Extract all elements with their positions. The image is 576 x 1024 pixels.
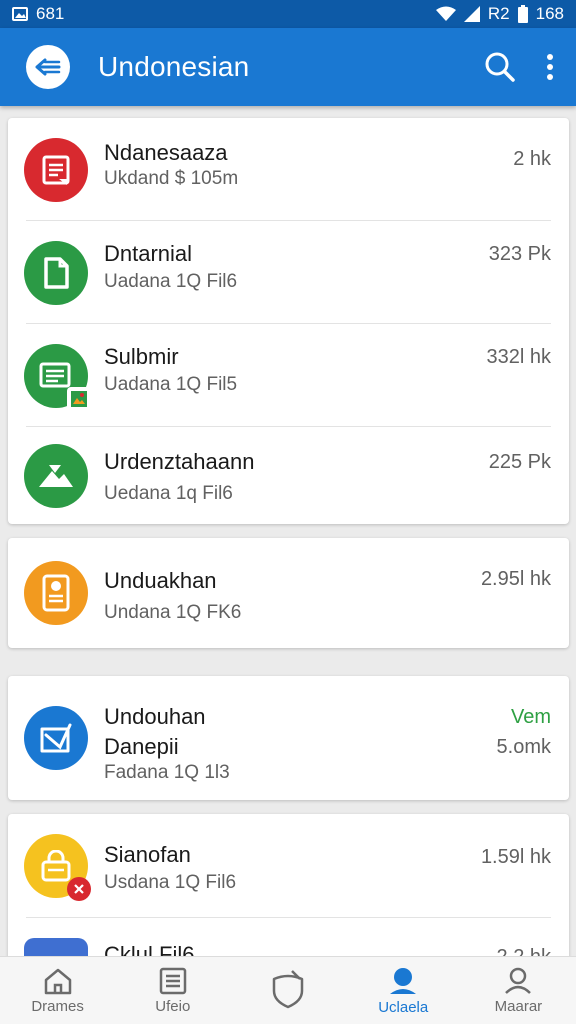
edit-icon bbox=[24, 706, 88, 770]
nav-item-list[interactable]: Ufeio bbox=[115, 957, 230, 1024]
file-card: Unduakhan Undana 1Q FK6 2.95l hk bbox=[8, 538, 569, 648]
close-badge-icon bbox=[67, 877, 91, 901]
item-subtitle: Usdana 1Q Fil6 bbox=[104, 872, 237, 893]
item-size: 5.omk bbox=[496, 736, 551, 758]
image-icon bbox=[24, 443, 88, 508]
list-item[interactable]: Dntarnial Uadana 1Q Fil6 323 Pk bbox=[8, 221, 569, 324]
more-options-button[interactable] bbox=[546, 53, 554, 81]
folder-icon bbox=[24, 938, 88, 956]
more-vertical-icon bbox=[547, 54, 553, 80]
nav-item-home[interactable]: Drames bbox=[0, 957, 115, 1024]
nav-item-shield[interactable] bbox=[230, 957, 345, 1024]
item-title: Undouhan bbox=[104, 704, 206, 729]
search-icon bbox=[485, 52, 515, 82]
signal-icon bbox=[463, 6, 480, 22]
nav-item-profile[interactable]: Maarar bbox=[461, 957, 576, 1024]
item-size: 2.2 hk bbox=[497, 946, 551, 956]
battery-icon bbox=[517, 5, 528, 23]
nav-label: Maarar bbox=[494, 997, 543, 1015]
file-list: Ndanesaaza Ukdand $ 105m 2 hk Dntarnial … bbox=[0, 106, 576, 956]
certificate-icon bbox=[24, 561, 88, 625]
list-item[interactable]: Sulbmir Uadana 1Q Fil5 332l hk bbox=[8, 324, 569, 427]
item-subtitle: Fadana 1Q 1l3 bbox=[104, 762, 230, 783]
wifi-icon bbox=[435, 6, 456, 22]
shield-icon bbox=[272, 970, 304, 1009]
signal-text: R2 bbox=[487, 4, 510, 23]
document-icon bbox=[24, 137, 88, 202]
item-subtitle: Undana 1Q FK6 bbox=[104, 602, 242, 623]
list-item[interactable]: Cklul Fil6 2.2 hk bbox=[8, 918, 569, 956]
list-item[interactable]: Sianofan Usdana 1Q Fil6 1.59l hk bbox=[8, 814, 569, 918]
file-icon bbox=[24, 240, 88, 305]
status-bar: 681 R2 168 bbox=[0, 0, 576, 28]
list-item[interactable]: Urdenztahaann Uedana 1q Fil6 225 Pk bbox=[8, 427, 569, 524]
file-card: Undouhan Danepii Fadana 1Q 1l3 Vem 5.omk bbox=[8, 676, 569, 800]
lock-icon bbox=[24, 834, 91, 901]
back-button[interactable] bbox=[26, 45, 70, 89]
nav-label: Uclaela bbox=[378, 998, 429, 1016]
item-title: Sianofan bbox=[104, 842, 191, 867]
item-subtitle-secondary: Danepii bbox=[104, 734, 179, 759]
item-size: 2.95l hk bbox=[480, 568, 551, 590]
list-item[interactable]: Undouhan Danepii Fadana 1Q 1l3 Vem 5.omk bbox=[8, 676, 569, 800]
item-size: 225 Pk bbox=[488, 451, 551, 473]
spreadsheet-icon bbox=[24, 343, 91, 411]
image-badge-icon bbox=[67, 386, 91, 411]
item-title: Ndanesaaza bbox=[104, 140, 228, 165]
item-title: Unduakhan bbox=[104, 568, 217, 593]
file-card: Ndanesaaza Ukdand $ 105m 2 hk Dntarnial … bbox=[8, 118, 569, 524]
item-subtitle: Uedana 1q Fil6 bbox=[104, 483, 233, 504]
item-size: 323 Pk bbox=[488, 243, 551, 265]
list-item[interactable]: Ndanesaaza Ukdand $ 105m 2 hk bbox=[8, 118, 569, 221]
item-size: 2 hk bbox=[513, 148, 551, 170]
nav-item-account[interactable]: Uclaela bbox=[346, 957, 461, 1024]
status-left-text: 681 bbox=[36, 4, 65, 23]
page-title: Undonesian bbox=[98, 51, 250, 82]
bottom-navigation: Drames Ufeio Uclaela Maarar bbox=[0, 956, 576, 1024]
item-title: Cklul Fil6 bbox=[104, 942, 195, 956]
item-title: Sulbmir bbox=[104, 344, 179, 369]
nav-label: Drames bbox=[31, 997, 84, 1015]
home-icon bbox=[44, 968, 71, 994]
app-bar: Undonesian bbox=[0, 28, 576, 106]
list-item[interactable]: Unduakhan Undana 1Q FK6 2.95l hk bbox=[8, 538, 569, 648]
item-title: Urdenztahaann bbox=[104, 449, 255, 474]
item-subtitle: Ukdand $ 105m bbox=[104, 168, 239, 189]
account-icon bbox=[390, 967, 417, 994]
clock-text: 168 bbox=[535, 4, 564, 23]
back-arrow-icon bbox=[35, 58, 61, 76]
nav-label: Ufeio bbox=[155, 997, 191, 1015]
item-subtitle: Uadana 1Q Fil5 bbox=[104, 374, 238, 395]
gallery-icon bbox=[12, 6, 28, 22]
item-title: Dntarnial bbox=[104, 241, 193, 266]
list-icon bbox=[159, 967, 187, 994]
item-size: 332l hk bbox=[486, 346, 552, 368]
file-card: Sianofan Usdana 1Q Fil6 1.59l hk Cklul F… bbox=[8, 814, 569, 956]
item-status: Vem bbox=[510, 706, 551, 728]
search-button[interactable] bbox=[484, 51, 516, 83]
item-size: 1.59l hk bbox=[480, 846, 551, 868]
item-subtitle: Uadana 1Q Fil6 bbox=[104, 271, 238, 292]
profile-icon bbox=[505, 967, 532, 994]
